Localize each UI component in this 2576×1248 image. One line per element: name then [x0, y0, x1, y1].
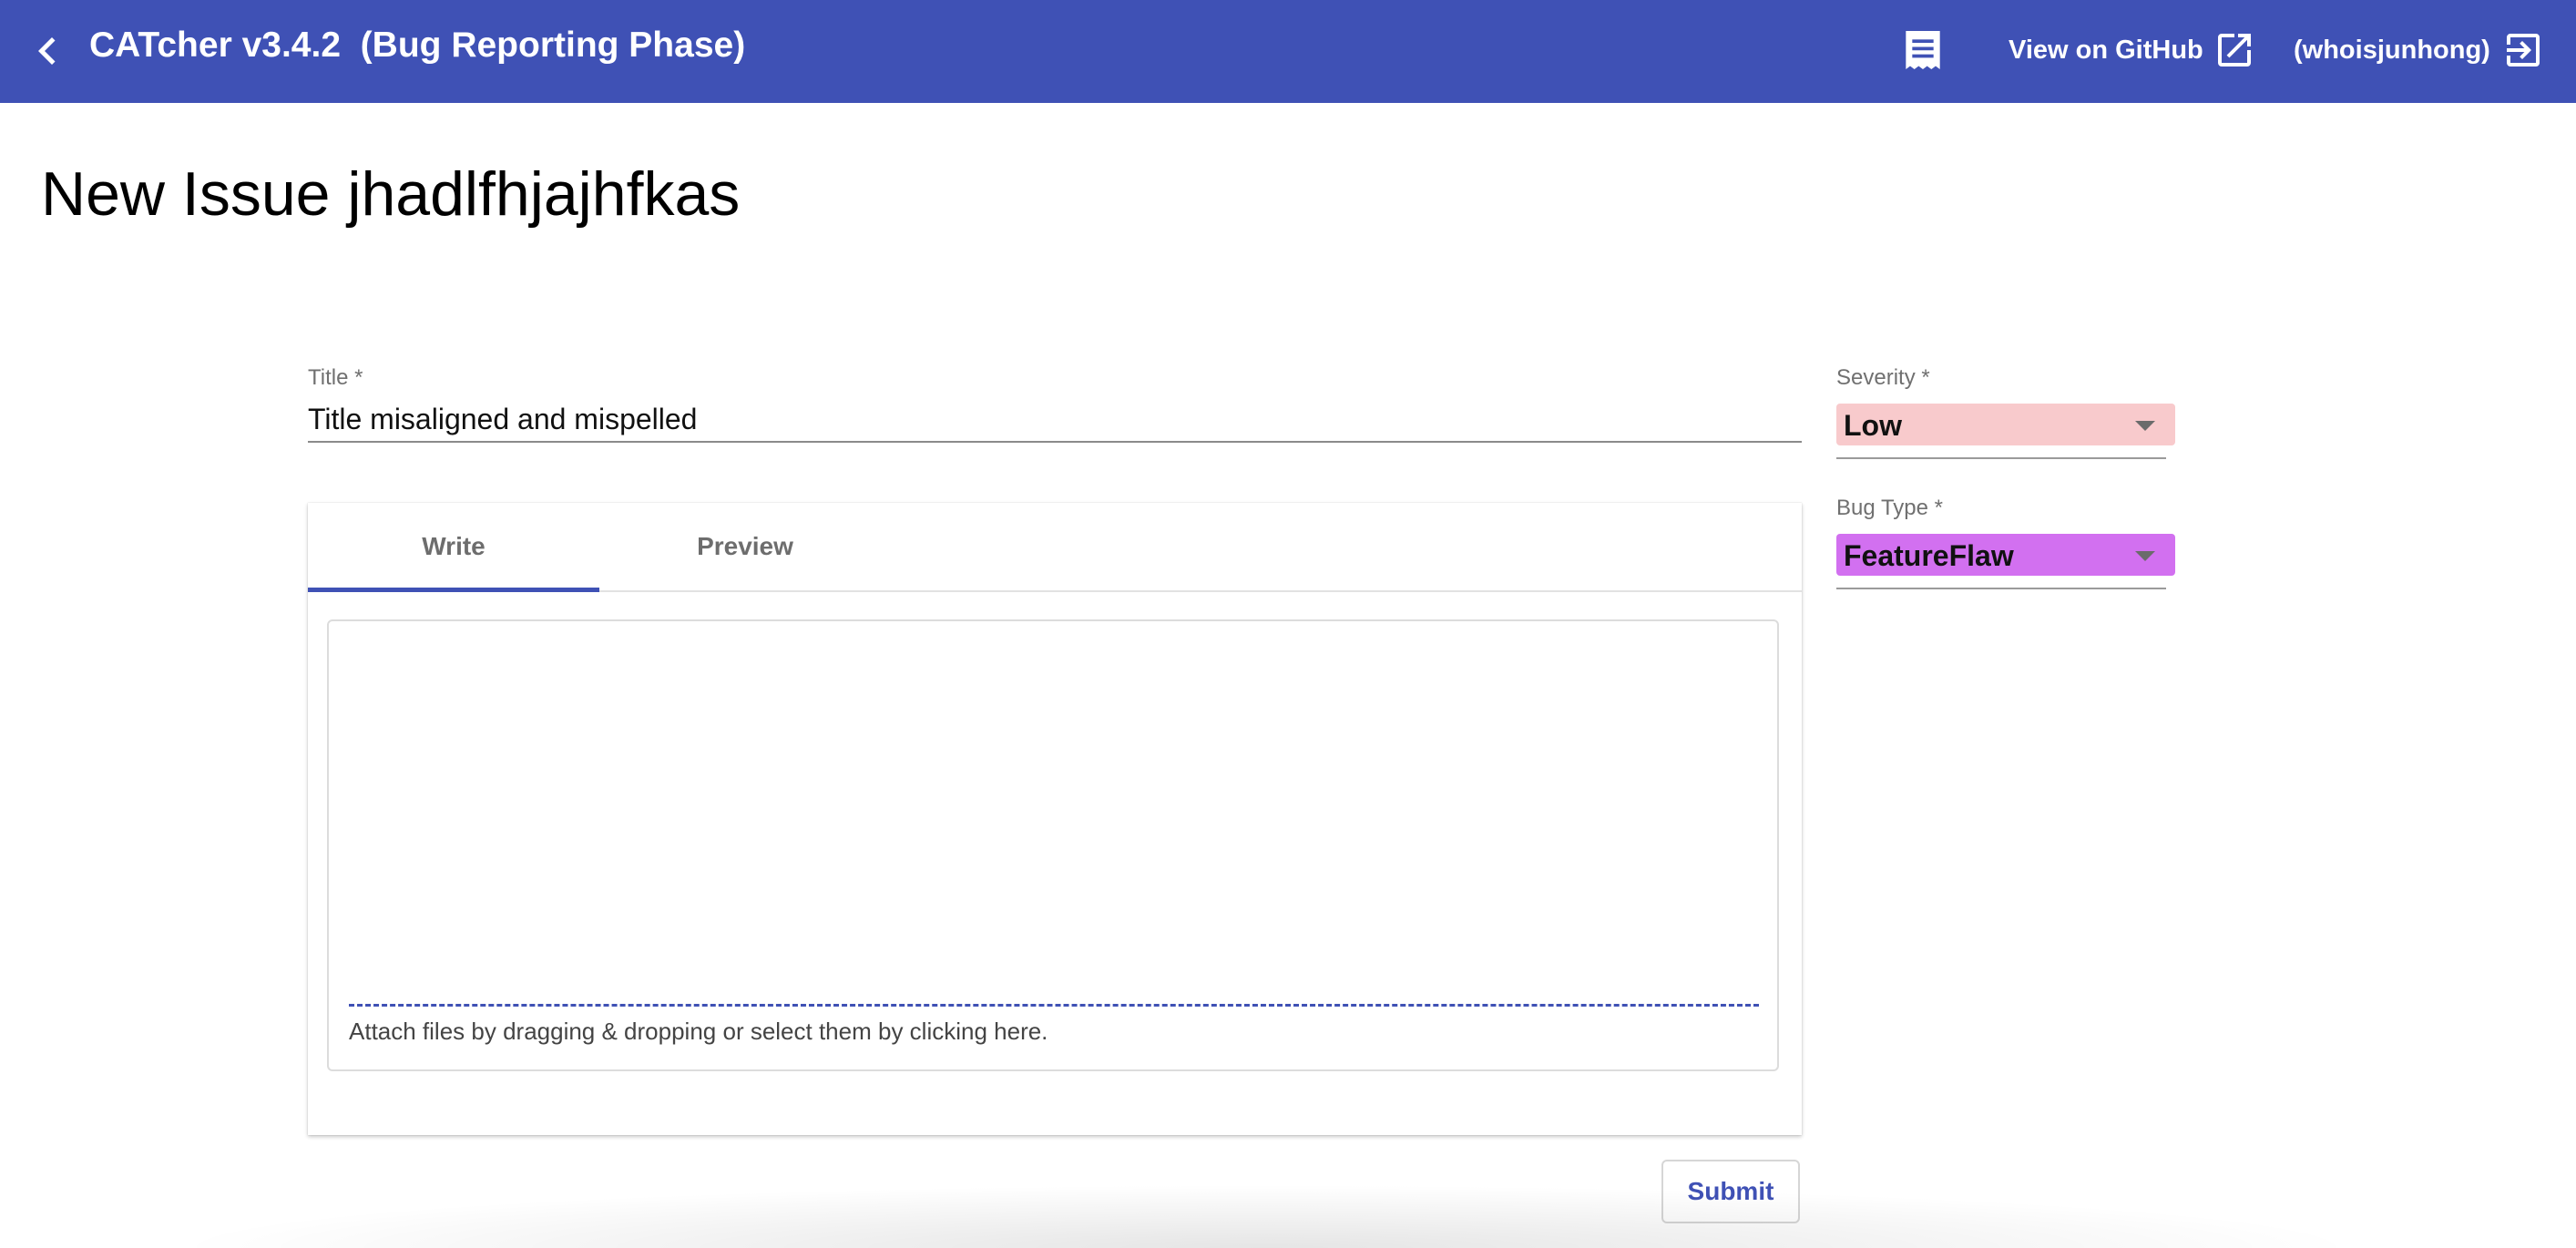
page-title: New Issue jhadlfhjajhfkas [41, 159, 741, 229]
description-textarea[interactable] [347, 638, 1763, 978]
submit-button[interactable]: Submit [1661, 1160, 1800, 1223]
tab-preview[interactable]: Preview [599, 503, 891, 590]
severity-value: Low [1844, 409, 1902, 442]
bottom-shadow [164, 1184, 2368, 1248]
logout-button[interactable]: (whoisjunhong) [2294, 25, 2545, 76]
back-button[interactable] [20, 24, 75, 78]
username-label: (whoisjunhong) [2294, 35, 2490, 65]
severity-label: Severity * [1836, 365, 1930, 390]
bug-type-value: FeatureFlaw [1844, 539, 2014, 572]
dropdown-arrow-icon [2135, 421, 2155, 431]
chevron-left-icon [38, 37, 56, 65]
severity-select[interactable]: Low [1836, 404, 2175, 445]
bug-type-underline [1836, 588, 2166, 589]
tab-write[interactable]: Write [308, 503, 599, 592]
attach-files-text: Attach files by dragging & dropping or s… [349, 1018, 1048, 1045]
attach-files-dropzone[interactable]: Attach files by dragging & dropping or s… [349, 1004, 1759, 1061]
dropdown-arrow-icon [2135, 551, 2155, 561]
view-on-github-link[interactable]: View on GitHub [2009, 25, 2256, 76]
open-in-new-icon [2217, 34, 2251, 66]
description-box: Attach files by dragging & dropping or s… [327, 619, 1779, 1071]
app-toolbar: CATcher v3.4.2 (Bug Reporting Phase) Vie… [0, 0, 2576, 103]
logout-icon [2506, 34, 2540, 66]
issue-title-field: Title * [308, 363, 1802, 448]
issue-title-input[interactable] [308, 397, 1802, 443]
description-editor: Write Preview Attach files by dragging &… [308, 503, 1802, 1135]
github-link-label: View on GitHub [2009, 35, 2203, 65]
title-label: Title * [308, 365, 363, 390]
session-list-icon [1906, 31, 1940, 69]
bug-type-field: Bug Type * FeatureFlaw [1836, 493, 2177, 589]
app-title: CATcher v3.4.2 (Bug Reporting Phase) [89, 26, 746, 65]
bug-type-select[interactable]: FeatureFlaw [1836, 534, 2175, 576]
session-list-button[interactable] [1897, 25, 1948, 76]
severity-field: Severity * Low [1836, 363, 2177, 459]
bug-type-label: Bug Type * [1836, 496, 1943, 520]
editor-tabs: Write Preview [308, 503, 1802, 592]
severity-underline [1836, 457, 2166, 459]
